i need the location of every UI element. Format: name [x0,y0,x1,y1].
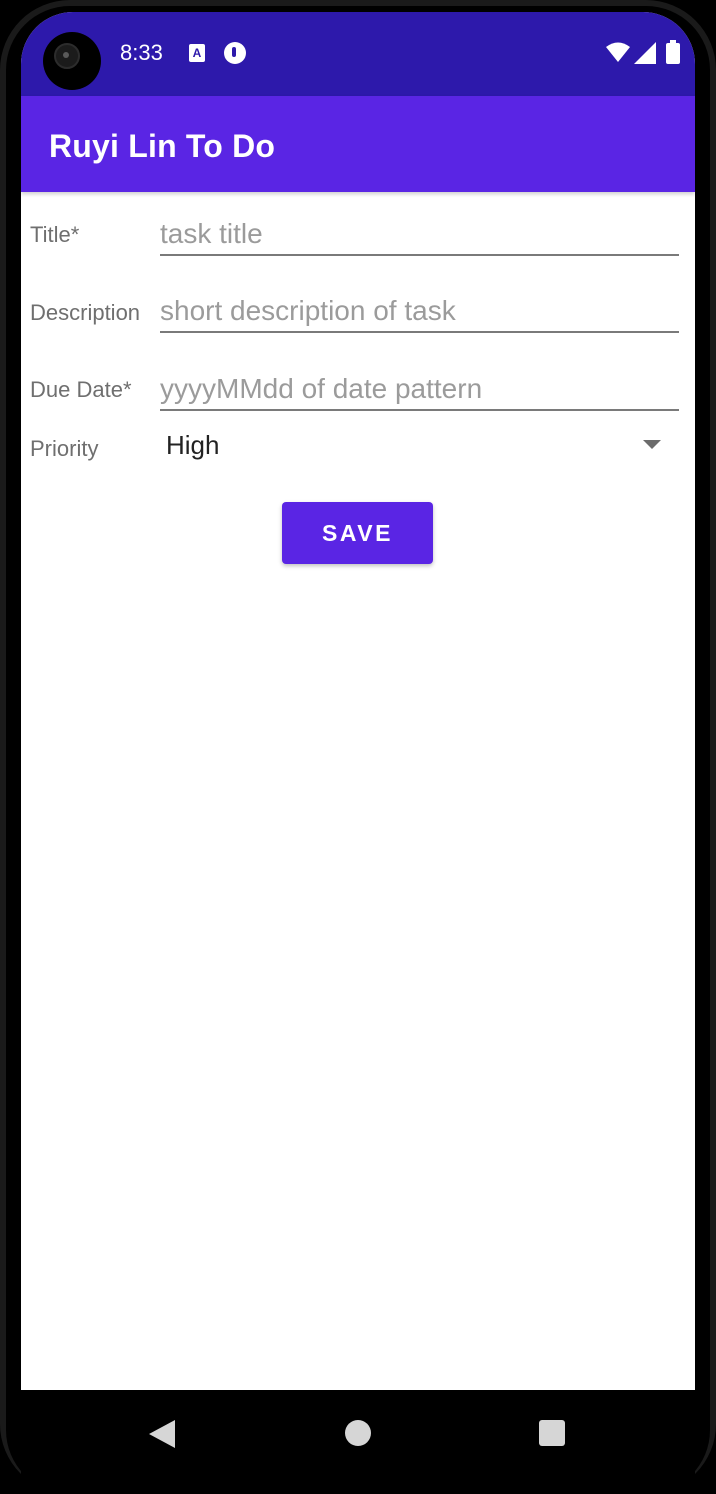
due-date-label: Due Date* [30,377,132,402]
cell-signal-icon [634,42,656,64]
screen: 8:33 A Ruyi Lin To Do Title* Description… [21,12,695,1390]
priority-selected-value: High [166,430,220,460]
description-input[interactable] [160,291,679,331]
save-button[interactable]: SAVE [282,502,433,564]
battery-icon [666,40,680,64]
front-camera-icon [43,32,101,90]
navigation-bar [21,1390,695,1494]
description-label: Description [30,300,141,325]
camera-lens [54,43,80,69]
title-input[interactable] [160,214,679,254]
status-time: 8:33 [120,40,163,65]
priority-label: Priority [30,436,99,461]
due-date-input[interactable] [160,369,679,409]
description-field[interactable] [160,291,679,333]
title-field[interactable] [160,214,679,256]
wifi-icon [606,42,630,62]
title-label: Title* [30,222,80,247]
priority-spinner[interactable]: High [160,422,679,472]
recents-icon[interactable] [539,1420,565,1446]
status-bar: 8:33 A [21,12,695,96]
text-a-icon: A [189,44,205,62]
home-icon[interactable] [345,1420,371,1446]
app-bar: Ruyi Lin To Do [21,96,695,192]
due-date-field[interactable] [160,369,679,411]
app-title: Ruyi Lin To Do [49,128,276,164]
dropdown-arrow-icon[interactable] [643,440,661,449]
circle-info-icon [224,42,246,64]
back-icon[interactable] [149,1420,175,1448]
